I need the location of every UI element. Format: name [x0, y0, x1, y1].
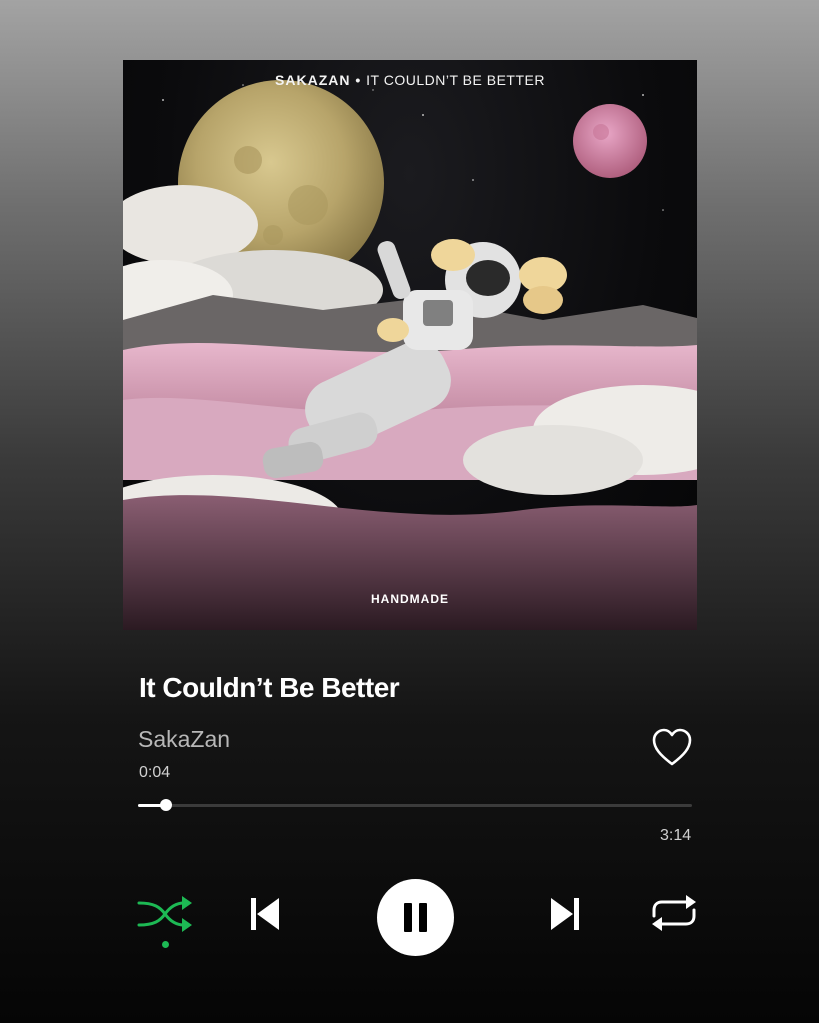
shuffle-active-indicator [162, 941, 169, 948]
progress-bar[interactable] [138, 799, 692, 811]
album-art-title: IT COULDN’T BE BETTER [366, 72, 545, 88]
track-duration: 3:14 [660, 827, 692, 844]
heart-outline-icon [652, 728, 692, 766]
album-art-illustration [123, 79, 697, 630]
elapsed-time: 0:04 [139, 764, 171, 781]
skip-next-icon [551, 898, 579, 930]
pause-button[interactable] [377, 879, 454, 956]
like-button[interactable] [650, 726, 694, 768]
album-art-separator: • [355, 72, 362, 88]
progress-handle[interactable] [159, 799, 172, 811]
next-button[interactable] [548, 895, 582, 933]
album-art: SAKAZAN • IT COULDN’T BE BETTER HANDMADE [123, 60, 697, 630]
shuffle-button[interactable] [136, 893, 194, 935]
previous-button[interactable] [248, 895, 282, 933]
album-art-artist: SAKAZAN [275, 72, 351, 88]
album-art-header: SAKAZAN • IT COULDN’T BE BETTER [123, 72, 697, 88]
record-label: HANDMADE [371, 592, 449, 606]
track-title: It Couldn’t Be Better [139, 672, 400, 703]
track-artist[interactable]: SakaZan [138, 726, 230, 753]
repeat-icon [652, 895, 696, 931]
shuffle-icon [137, 896, 192, 932]
skip-previous-icon [251, 898, 279, 930]
repeat-button[interactable] [648, 892, 700, 934]
pause-icon [404, 903, 427, 932]
